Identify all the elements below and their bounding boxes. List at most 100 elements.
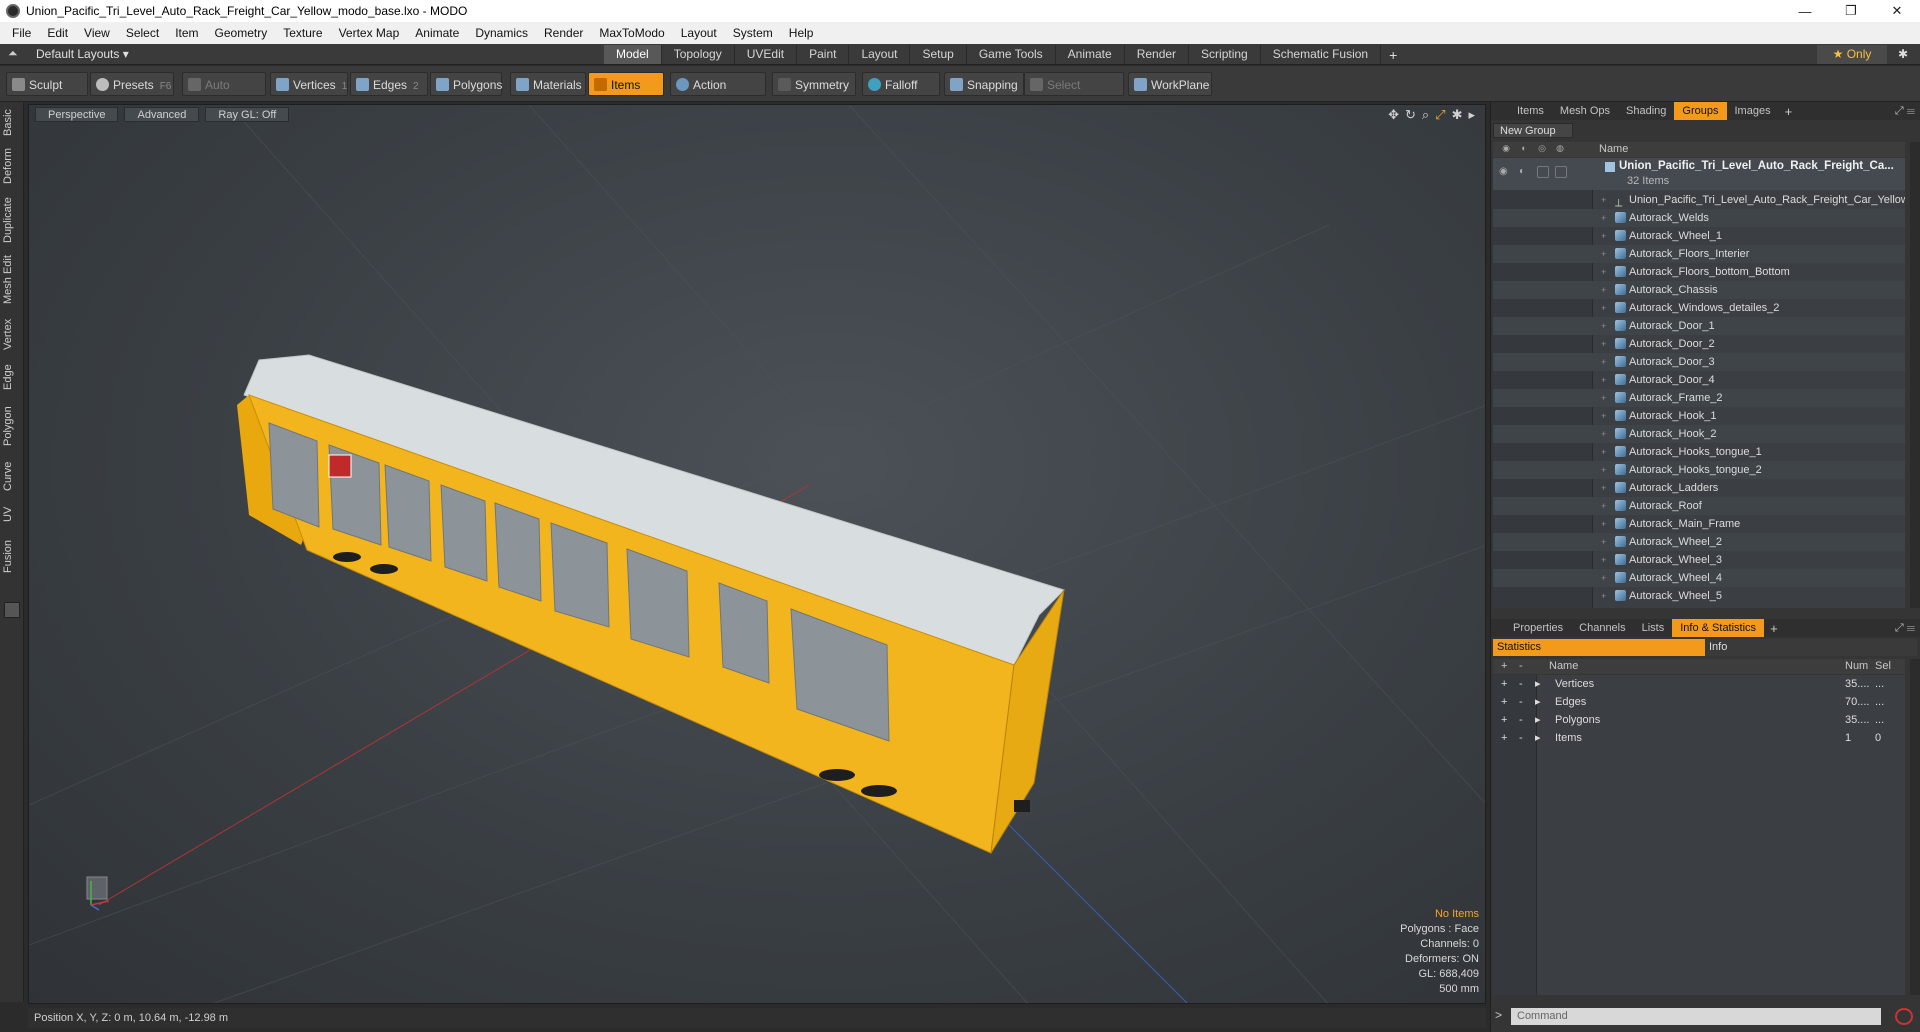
tab-render[interactable]: Render [1125, 45, 1190, 64]
materials-button[interactable]: Materials [510, 72, 586, 96]
vtab-polygon[interactable]: Polygon [2, 402, 22, 450]
tab-animate[interactable]: Animate [1056, 45, 1125, 64]
tab-layout[interactable]: Layout [849, 45, 911, 64]
group-select-toggle[interactable] [1555, 166, 1567, 178]
only-toggle[interactable]: ★ Only [1817, 45, 1887, 64]
vtab-edge[interactable]: Edge [2, 360, 22, 394]
action-center-button[interactable]: Action Center [670, 72, 766, 116]
vtab-duplicate[interactable]: Duplicate [2, 194, 22, 246]
vtab-vertex[interactable]: Vertex [2, 314, 22, 354]
stat-row-polygons[interactable]: + - ▸ Polygons 35.... ... [1493, 711, 1905, 729]
collapse-all-icon[interactable]: - [1519, 660, 1523, 672]
groups-scrollbar[interactable] [1910, 142, 1920, 608]
pan-icon[interactable]: ✥ [1388, 107, 1399, 123]
menu-system[interactable]: System [725, 26, 781, 40]
menu-vertex-map[interactable]: Vertex Map [331, 26, 408, 40]
list-item[interactable]: + Autorack_Wheel_4 [1493, 569, 1905, 587]
viewport-menu-icon[interactable]: ▸ [1468, 107, 1475, 123]
list-item[interactable]: + Autorack_Hooks_tongue_2 [1493, 461, 1905, 479]
list-item[interactable]: + Autorack_Windows_detailes_2 [1493, 299, 1905, 317]
tab-shading[interactable]: Shading [1618, 102, 1674, 120]
list-item[interactable]: + Autorack_Door_1 [1493, 317, 1905, 335]
list-item[interactable]: + Autorack_Wheel_3 [1493, 551, 1905, 569]
list-item[interactable]: + Autorack_Hook_1 [1493, 407, 1905, 425]
workplane-button[interactable]: WorkPlane [1128, 72, 1212, 96]
menu-dynamics[interactable]: Dynamics [467, 26, 536, 40]
group-lock-icon[interactable]: ◐ [1519, 166, 1531, 178]
stat-row-edges[interactable]: + - ▸ Edges 70.... ... [1493, 693, 1905, 711]
subtab-statistics[interactable]: Statistics [1493, 639, 1705, 656]
panel-expand-icon[interactable]: ⤢ ☰ [1895, 105, 1915, 118]
rotate-icon[interactable]: ↻ [1405, 107, 1416, 123]
vertices-button[interactable]: Vertices 1 [270, 72, 348, 96]
command-record-icon[interactable] [1895, 1008, 1913, 1025]
expand-arrow-icon[interactable]: ▸ [1535, 675, 1541, 693]
tab-properties[interactable]: Properties [1505, 619, 1571, 637]
menu-animate[interactable]: Animate [407, 26, 467, 40]
tab-images[interactable]: Images [1727, 102, 1779, 120]
list-item[interactable]: + Autorack_Wheel_2 [1493, 533, 1905, 551]
viewport-settings-icon[interactable]: ✱ [1452, 107, 1463, 123]
3d-viewport[interactable]: Perspective Advanced Ray GL: Off ✥ ↻ ⌕ ⤢… [28, 104, 1486, 1004]
menu-render[interactable]: Render [536, 26, 591, 40]
vtab-curve[interactable]: Curve [2, 456, 22, 496]
symmetry-button[interactable]: Symmetry [772, 72, 856, 96]
list-item[interactable]: + Autorack_Roof [1493, 497, 1905, 515]
expand-arrow-icon[interactable]: ▸ [1535, 693, 1541, 711]
add-bottom-tab-icon[interactable]: + [1764, 621, 1784, 636]
list-item[interactable]: + Autorack_Floors_bottom_Bottom [1493, 263, 1905, 281]
vtab-fusion[interactable]: Fusion [2, 534, 22, 578]
menu-select[interactable]: Select [118, 26, 167, 40]
presets-button[interactable]: Presets F6 [90, 72, 174, 96]
minimize-button[interactable]: — [1782, 0, 1828, 22]
tab-game-tools[interactable]: Game Tools [967, 45, 1056, 64]
tool-palette-toggle[interactable] [4, 602, 20, 618]
stat-row-items[interactable]: + - ▸ Items 1 0 [1493, 729, 1905, 747]
expand-arrow-icon[interactable]: ▸ [1535, 711, 1541, 729]
fit-icon[interactable]: ⤢ [1435, 107, 1445, 123]
vtab-basic[interactable]: Basic [2, 106, 22, 140]
polygons-button[interactable]: Polygons [430, 72, 502, 96]
tab-mesh-ops[interactable]: Mesh Ops [1552, 102, 1618, 120]
menu-edit[interactable]: Edit [39, 26, 76, 40]
render-icon[interactable]: ◎ [1535, 143, 1549, 155]
list-item[interactable]: + Autorack_Door_2 [1493, 335, 1905, 353]
select-icon[interactable]: ◍ [1553, 143, 1567, 155]
menu-geometry[interactable]: Geometry [207, 26, 276, 40]
vtab-mesh-edit[interactable]: Mesh Edit [2, 254, 22, 306]
add-panel-tab-icon[interactable]: + [1779, 104, 1799, 119]
menu-layout[interactable]: Layout [673, 26, 725, 40]
tab-channels[interactable]: Channels [1571, 619, 1633, 637]
tab-uvedit[interactable]: UVEdit [735, 45, 798, 64]
expand-all-icon[interactable]: + [1501, 660, 1507, 672]
menu-view[interactable]: View [76, 26, 118, 40]
tab-schematic-fusion[interactable]: Schematic Fusion [1261, 45, 1382, 64]
perspective-tab[interactable]: Perspective [35, 107, 119, 122]
tab-setup[interactable]: Setup [910, 45, 967, 64]
close-button[interactable]: ✕ [1874, 0, 1920, 22]
list-item[interactable]: + ⟂ Union_Pacific_Tri_Level_Auto_Rack_Frei… [1493, 191, 1905, 209]
add-tab-icon[interactable]: + [1381, 47, 1405, 63]
tab-model[interactable]: Model [604, 45, 662, 64]
list-item[interactable]: + Autorack_Main_Frame [1493, 515, 1905, 533]
menu-item[interactable]: Item [167, 26, 206, 40]
statistics-scrollbar[interactable] [1910, 659, 1920, 995]
raygl-tab[interactable]: Ray GL: Off [205, 107, 290, 122]
menu-help[interactable]: Help [781, 26, 822, 40]
group-visible-icon[interactable]: ◉ [1499, 166, 1511, 178]
list-item[interactable]: + Autorack_Door_4 [1493, 371, 1905, 389]
lock-icon[interactable]: ◐ [1517, 143, 1531, 155]
stat-row-vertices[interactable]: + - ▸ Vertices 35.... ... [1493, 675, 1905, 693]
edges-button[interactable]: Edges 2 [350, 72, 428, 96]
advanced-tab[interactable]: Advanced [124, 107, 200, 122]
list-item[interactable]: + Autorack_Hooks_tongue_1 [1493, 443, 1905, 461]
tab-info-statistics[interactable]: Info & Statistics [1672, 619, 1765, 637]
items-button[interactable]: Items [588, 72, 664, 96]
eye-icon[interactable]: ◉ [1499, 143, 1513, 155]
tab-paint[interactable]: Paint [797, 45, 850, 64]
expand-arrow-icon[interactable]: ▸ [1535, 729, 1541, 747]
gear-icon[interactable]: ✱ [1893, 45, 1913, 64]
auto-select-button[interactable]: Auto Select [182, 72, 266, 116]
list-item[interactable]: + Autorack_Floors_Interier [1493, 245, 1905, 263]
list-item[interactable]: + Autorack_Wheel_1 [1493, 227, 1905, 245]
